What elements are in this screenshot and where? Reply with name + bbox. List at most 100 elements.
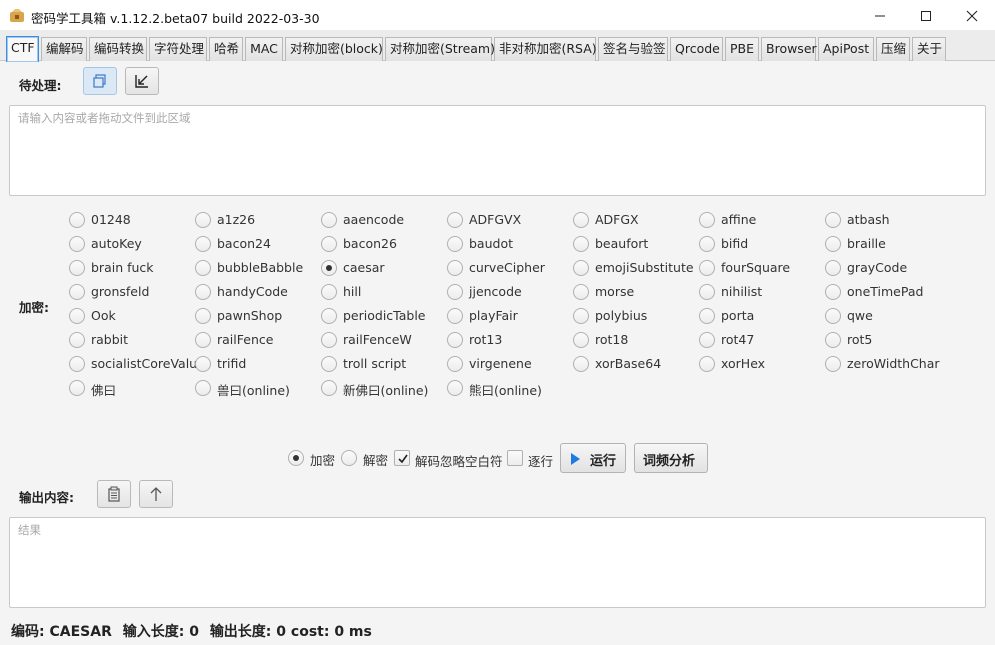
algorithm-radio-label: virgenene (469, 356, 532, 371)
algorithm-radio-circle (699, 332, 715, 348)
algorithm-radio[interactable]: 兽曰(online) (195, 379, 319, 398)
tab-about[interactable]: 关于 (912, 37, 946, 61)
algorithm-radio[interactable]: affine (699, 211, 823, 229)
tab-compress[interactable]: 压缩 (876, 37, 910, 61)
algorithm-radio[interactable]: caesar (321, 259, 445, 277)
mode-decrypt-radio[interactable]: 解密 (341, 449, 401, 468)
algorithm-radio[interactable]: pawnShop (195, 307, 319, 325)
mode-encrypt-radio-circle (288, 450, 304, 466)
algorithm-radio-circle (69, 212, 85, 228)
minimize-button[interactable] (857, 0, 903, 31)
frequency-analysis-button[interactable]: 词频分析 (634, 443, 708, 473)
algorithm-radio[interactable]: rot5 (825, 331, 949, 349)
algorithm-radio[interactable]: socialistCoreValue (69, 355, 205, 373)
algorithm-radio[interactable]: beaufort (573, 235, 697, 253)
ignore-space-checkbox[interactable] (394, 450, 410, 466)
algorithm-radio[interactable]: trifid (195, 355, 319, 373)
algorithm-radio[interactable]: morse (573, 283, 697, 301)
algorithm-radio[interactable]: 01248 (69, 211, 193, 229)
algorithm-radio[interactable]: emojiSubstitute (573, 259, 697, 277)
algorithm-radio[interactable]: hill (321, 283, 445, 301)
algorithm-radio-circle (825, 212, 841, 228)
tab-codec[interactable]: 编解码 (41, 37, 87, 61)
algorithm-radio[interactable]: 新佛曰(online) (321, 379, 445, 398)
algorithm-radio-label: brain fuck (91, 260, 154, 275)
algorithm-radio-circle (69, 236, 85, 252)
algorithm-radio[interactable]: rot47 (699, 331, 823, 349)
algorithm-radio[interactable]: jjencode (447, 283, 571, 301)
tab-symmetric-stream[interactable]: 对称加密(Stream) (385, 37, 495, 61)
tab-sign-verify[interactable]: 签名与验签 (598, 37, 668, 61)
close-button[interactable] (949, 0, 995, 31)
algorithm-radio[interactable]: fourSquare (699, 259, 823, 277)
frequency-analysis-label: 词频分析 (643, 454, 696, 469)
algorithm-radio[interactable]: xorBase64 (573, 355, 697, 373)
algorithm-radio[interactable]: porta (699, 307, 823, 325)
algorithm-radio[interactable]: ADFGX (573, 211, 697, 229)
algorithm-radio[interactable]: xorHex (699, 355, 823, 373)
algorithm-radio[interactable]: qwe (825, 307, 949, 325)
algorithm-radio[interactable]: rot13 (447, 331, 571, 349)
algorithm-radio[interactable]: ADFGVX (447, 211, 571, 229)
algorithm-radio[interactable]: braille (825, 235, 949, 253)
algorithm-radio-label: rot18 (595, 332, 629, 347)
algorithm-radio[interactable]: a1z26 (195, 211, 319, 229)
algorithm-radio[interactable]: autoKey (69, 235, 193, 253)
copy-input-button[interactable] (83, 67, 117, 95)
algorithm-radio-label: grayCode (847, 260, 908, 275)
algorithm-radio[interactable]: 佛曰 (69, 379, 193, 398)
algorithm-radio[interactable]: rot18 (573, 331, 697, 349)
import-file-button[interactable] (125, 67, 159, 95)
algorithm-radio[interactable]: curveCipher (447, 259, 571, 277)
line-by-line-checkbox[interactable] (507, 450, 523, 466)
algorithm-radio[interactable]: handyCode (195, 283, 319, 301)
algorithm-radio-label: ADFGX (595, 212, 639, 227)
algorithm-radio[interactable]: gronsfeld (69, 283, 193, 301)
algorithm-radio[interactable]: 熊曰(online) (447, 379, 571, 398)
algorithm-radio[interactable]: bifid (699, 235, 823, 253)
output-placeholder: 结果 (18, 523, 41, 537)
algorithm-radio[interactable]: rabbit (69, 331, 193, 349)
tab-mac[interactable]: MAC (245, 37, 283, 61)
algorithm-radio-label: 熊曰(online) (469, 383, 542, 398)
input-textarea[interactable]: 请输入内容或者拖动文件到此区域 (9, 105, 986, 196)
algorithm-radio-label: 01248 (91, 212, 131, 227)
algorithm-radio[interactable]: oneTimePad (825, 283, 949, 301)
algorithm-radio[interactable]: grayCode (825, 259, 949, 277)
algorithm-radio[interactable]: baudot (447, 235, 571, 253)
algorithm-radio[interactable]: bacon26 (321, 235, 445, 253)
tab-string-process[interactable]: 字符处理 (149, 37, 207, 61)
algorithm-radio[interactable]: railFence (195, 331, 319, 349)
algorithm-radio[interactable]: virgenene (447, 355, 571, 373)
algorithm-radio[interactable]: railFenceW (321, 331, 445, 349)
mode-encrypt-radio[interactable]: 加密 (288, 449, 348, 468)
tab-asymmetric-rsa[interactable]: 非对称加密(RSA) (494, 37, 597, 61)
algorithm-radio[interactable]: periodicTable (321, 307, 445, 325)
algorithm-radio[interactable]: Ook (69, 307, 193, 325)
algorithm-radio[interactable]: troll script (321, 355, 445, 373)
tab-ctf[interactable]: CTF (6, 36, 39, 62)
algorithm-radio-circle (447, 260, 463, 276)
run-button[interactable]: 运行 (560, 443, 626, 473)
tab-symmetric-block[interactable]: 对称加密(block) (285, 37, 383, 61)
algorithm-radio[interactable]: aaencode (321, 211, 445, 229)
algorithm-radio[interactable]: playFair (447, 307, 571, 325)
tab-apipost[interactable]: ApiPost (818, 37, 874, 61)
algorithm-radio[interactable]: bacon24 (195, 235, 319, 253)
copy-output-button[interactable] (97, 480, 131, 508)
tab-browser[interactable]: Browser (761, 37, 817, 61)
move-up-button[interactable] (139, 480, 173, 508)
algorithm-radio[interactable]: nihilist (699, 283, 823, 301)
maximize-button[interactable] (903, 0, 949, 31)
tab-pbe[interactable]: PBE (725, 37, 759, 61)
algorithm-radio[interactable]: bubbleBabble (195, 259, 319, 277)
tab-qrcode[interactable]: Qrcode (670, 37, 723, 61)
output-textarea[interactable]: 结果 (9, 517, 986, 608)
algorithm-radio[interactable]: brain fuck (69, 259, 193, 277)
tab-hash[interactable]: 哈希 (209, 37, 243, 61)
algorithm-radio[interactable]: atbash (825, 211, 949, 229)
tab-encoding-convert[interactable]: 编码转换 (89, 37, 147, 61)
algorithm-radio[interactable]: polybius (573, 307, 697, 325)
algorithm-radio[interactable]: zeroWidthChar (825, 355, 949, 373)
algorithm-radio-circle (699, 356, 715, 372)
